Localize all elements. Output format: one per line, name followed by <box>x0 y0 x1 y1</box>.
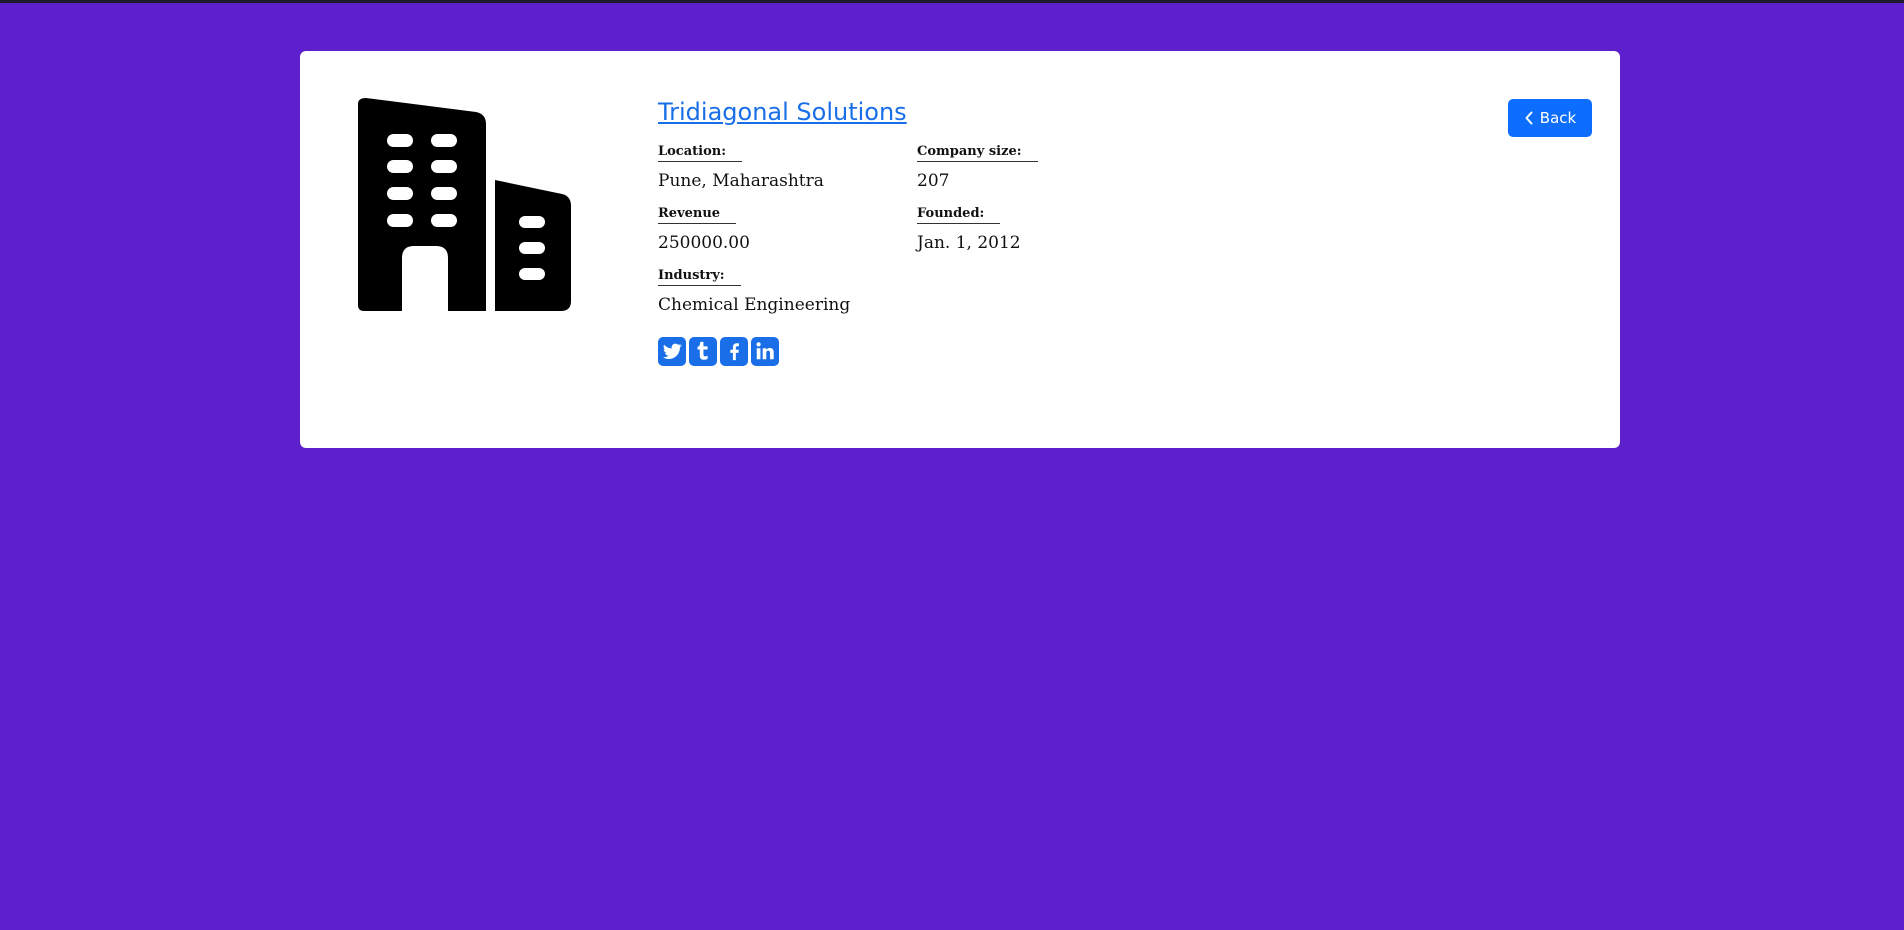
company-size-value: 207 <box>917 171 950 191</box>
revenue-field: Revenue 250000.00 <box>658 202 917 264</box>
founded-field: Founded: Jan. 1, 2012 <box>917 202 1117 264</box>
founded-value: Jan. 1, 2012 <box>917 233 1021 253</box>
company-name-link[interactable]: Tridiagonal Solutions <box>658 98 907 126</box>
company-card: Tridiagonal Solutions Location: Pune, Ma… <box>300 51 1620 448</box>
location-field: Location: Pune, Maharashtra <box>658 140 917 202</box>
location-label: Location: <box>658 144 743 162</box>
revenue-value: 250000.00 <box>658 233 750 253</box>
company-size-field: Company size: 207 <box>917 140 1117 202</box>
chevron-left-icon <box>1525 111 1533 125</box>
industry-field: Industry: Chemical Engineering <box>658 264 917 326</box>
company-size-label: Company size: <box>917 144 1038 162</box>
top-strip <box>0 0 1904 3</box>
company-details: Location: Pune, Maharashtra Company size… <box>658 140 1258 326</box>
back-button-label: Back <box>1539 109 1577 127</box>
company-info: Tridiagonal Solutions Location: Pune, Ma… <box>658 98 1258 366</box>
building-icon <box>358 98 572 312</box>
location-value: Pune, Maharashtra <box>658 171 824 191</box>
linkedin-icon[interactable] <box>751 337 779 366</box>
industry-label: Industry: <box>658 268 741 286</box>
twitter-icon[interactable] <box>658 337 686 366</box>
founded-label: Founded: <box>917 206 1001 224</box>
revenue-label: Revenue <box>658 206 737 224</box>
industry-value: Chemical Engineering <box>658 295 851 315</box>
social-share-links <box>658 337 1258 366</box>
facebook-icon[interactable] <box>720 337 748 366</box>
back-button[interactable]: Back <box>1508 99 1592 137</box>
tumblr-icon[interactable] <box>689 337 717 366</box>
